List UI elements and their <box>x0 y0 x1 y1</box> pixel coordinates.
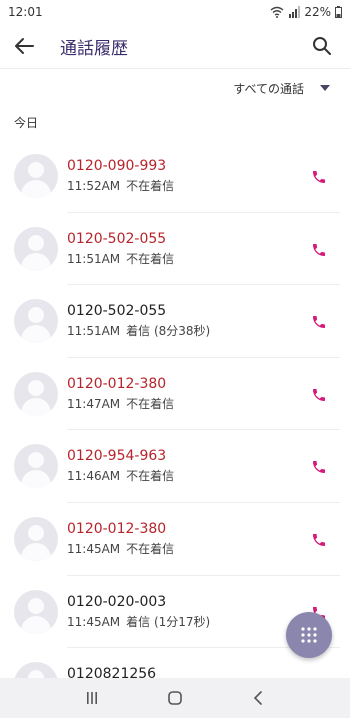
recent-apps-icon <box>86 692 97 704</box>
call-number: 0120-012-380 <box>67 520 167 537</box>
page-title: 通話履歴 <box>60 38 128 59</box>
avatar <box>14 154 58 198</box>
arrow-left-icon <box>15 38 34 54</box>
avatar <box>14 299 58 344</box>
call-status: 不在着信 <box>126 541 175 556</box>
avatar <box>14 226 58 271</box>
header-divider <box>0 68 350 69</box>
call-time: 11:51AM <box>67 324 121 339</box>
call-history-item[interactable]: 0120-012-380 11:47AM 不在着信 <box>0 358 350 431</box>
home-button[interactable] <box>155 678 195 718</box>
search-icon <box>313 37 331 55</box>
status-time: 12:01 <box>8 5 43 19</box>
phone-icon <box>313 243 325 256</box>
call-text: 0120-954-963 11:46AM 不在着信 <box>67 447 174 484</box>
phone-icon <box>313 533 325 546</box>
phone-icon <box>313 461 325 474</box>
call-text: 0120-020-003 11:45AM 着信 (1分17秒) <box>67 593 210 630</box>
call-text: 0120-012-380 11:45AM 不在着信 <box>67 520 174 557</box>
battery-icon <box>335 6 342 18</box>
call-meta: 11:45AM 着信 (1分17秒) <box>67 614 210 630</box>
avatar <box>14 371 58 416</box>
call-history-item[interactable]: 0120-090-993 11:52AM 不在着信 <box>0 140 350 213</box>
call-button[interactable] <box>308 166 330 188</box>
call-button[interactable] <box>308 529 330 551</box>
dialpad-icon <box>301 627 317 643</box>
section-header-today: 今日 <box>14 116 39 130</box>
call-filter-dropdown[interactable]: すべての通話 <box>233 76 330 100</box>
call-status: 不在着信 <box>126 469 175 484</box>
system-nav-bar <box>0 678 350 718</box>
call-history-item[interactable]: 0120-012-380 11:45AM 不在着信 <box>0 503 350 576</box>
call-time: 11:45AM <box>67 541 121 556</box>
status-icons: 22% <box>270 5 342 19</box>
call-number: 0120-090-993 <box>67 158 167 174</box>
call-number: 0120-954-963 <box>67 448 167 465</box>
call-history-item[interactable]: 0120-502-055 11:51AM 着信 (8分38秒) <box>0 285 350 358</box>
call-meta: 11:51AM 着信 (8分38秒) <box>67 323 210 339</box>
call-meta: 11:47AM 不在着信 <box>67 396 174 412</box>
filter-label: すべての通話 <box>233 81 304 96</box>
back-button[interactable] <box>2 24 46 68</box>
call-text: 0120-012-380 11:47AM 不在着信 <box>67 375 174 412</box>
call-text: 0120-502-055 11:51AM 着信 (8分38秒) <box>67 302 210 339</box>
call-history-item[interactable]: 0120-502-055 11:51AM 不在着信 <box>0 213 350 286</box>
call-status: 不在着信 <box>126 179 175 193</box>
call-button[interactable] <box>308 311 330 333</box>
phone-icon <box>313 171 325 183</box>
call-time: 11:47AM <box>67 396 121 411</box>
call-number: 0120-502-055 <box>67 230 167 247</box>
recent-apps-button[interactable] <box>72 678 112 718</box>
call-status: 不在着信 <box>126 396 175 411</box>
app-bar: 通話履歴 <box>0 24 350 68</box>
signal-icon <box>289 6 301 18</box>
avatar <box>14 444 58 489</box>
search-button[interactable] <box>302 24 342 68</box>
wifi-icon <box>270 6 284 18</box>
call-history-item[interactable]: 0120-954-963 11:46AM 不在着信 <box>0 430 350 503</box>
call-status: 着信 (1分17秒) <box>126 614 211 629</box>
call-button[interactable] <box>308 239 330 261</box>
call-meta: 11:51AM 不在着信 <box>67 251 174 267</box>
call-meta: 11:52AM 不在着信 <box>67 178 174 194</box>
home-icon <box>168 691 182 705</box>
call-button[interactable] <box>308 384 330 406</box>
call-text: 0120-090-993 11:52AM 不在着信 <box>67 157 174 194</box>
call-meta: 11:46AM 不在着信 <box>67 468 174 484</box>
avatar <box>14 589 58 634</box>
call-time: 11:45AM <box>67 614 121 629</box>
battery-percent: 22% <box>304 5 331 19</box>
call-time: 11:46AM <box>67 469 121 484</box>
avatar <box>14 516 58 561</box>
nav-back-button[interactable] <box>238 678 278 718</box>
back-chevron-icon <box>254 691 263 705</box>
status-bar: 12:01 22% <box>0 0 350 24</box>
call-number: 0120-020-003 <box>67 593 167 610</box>
call-meta: 11:45AM 不在着信 <box>67 541 174 557</box>
call-number: 0120-012-380 <box>67 375 167 392</box>
call-status: 着信 (8分38秒) <box>126 324 211 339</box>
call-time: 11:51AM <box>67 251 121 266</box>
call-time: 11:52AM <box>67 179 121 193</box>
call-text: 0120-502-055 11:51AM 不在着信 <box>67 230 174 267</box>
phone-icon <box>313 388 325 401</box>
call-number: 0120-502-055 <box>67 303 167 320</box>
call-status: 不在着信 <box>126 251 175 266</box>
chevron-down-icon <box>320 85 330 91</box>
dialpad-fab-button[interactable] <box>286 612 332 658</box>
phone-icon <box>313 316 325 329</box>
call-button[interactable] <box>308 456 330 478</box>
